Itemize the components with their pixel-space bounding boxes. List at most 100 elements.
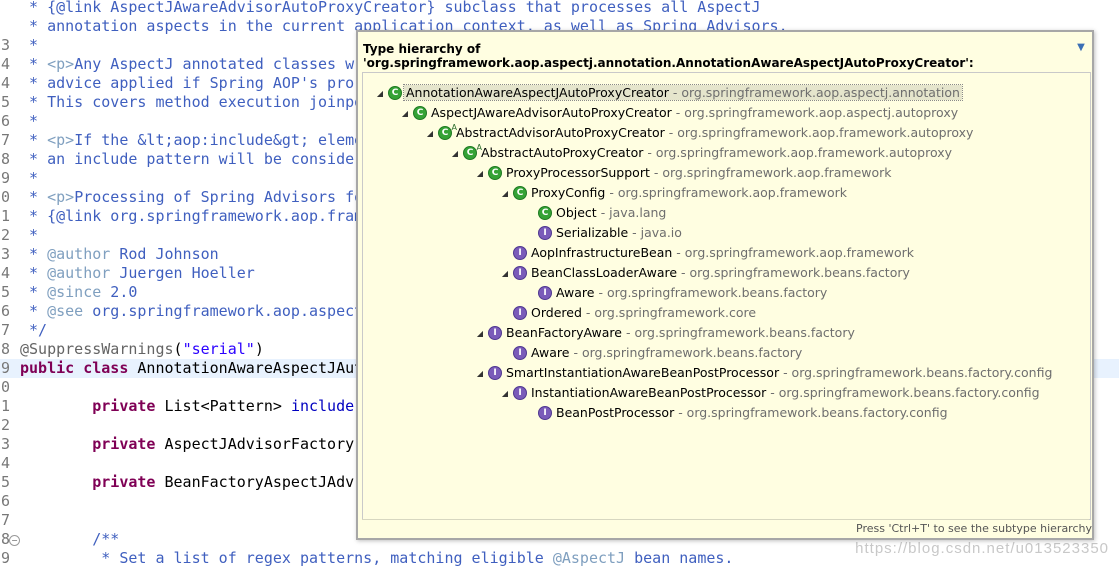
- code-token: List<Pattern>: [155, 397, 291, 415]
- type-name: SmartInstantiationAwareBeanPostProcessor: [506, 365, 780, 380]
- code-text: * {@link org.springframework.aop.fram: [20, 207, 363, 226]
- code-token: Any AspectJ annotated classes w: [74, 55, 355, 73]
- line-number: 3: [0, 245, 10, 263]
- code-text: * <p>Processing of Spring Advisors fo: [20, 188, 363, 207]
- interface-icon: I: [488, 325, 502, 340]
- hierarchy-node[interactable]: ◢ C ProxyProcessorSupport - org.springfram…: [474, 163, 894, 183]
- node-label: BeanPostProcessor - org.springframework.…: [554, 405, 950, 420]
- hierarchy-node[interactable]: ◢ I InstantiationAwareBeanPostProcessor - …: [499, 383, 1042, 403]
- hierarchy-node[interactable]: I BeanPostProcessor - org.springframework…: [524, 403, 950, 423]
- code-token: *: [20, 264, 48, 282]
- hierarchy-node[interactable]: ◢ C AnnotationAwareAspectJAutoProxyCreator…: [374, 83, 963, 104]
- node-label: AbstractAutoProxyCreator - org.springfra…: [479, 145, 954, 160]
- code-text: *: [20, 169, 38, 188]
- hierarchy-node[interactable]: ◢ C ProxyConfig - org.springframework.aop.…: [499, 183, 849, 203]
- expanded-twistie-icon[interactable]: ◢: [474, 364, 486, 384]
- code-text: */: [20, 321, 47, 340]
- code-token: * Set a list of regex patterns, matching…: [20, 549, 553, 567]
- line-number: 1: [0, 397, 10, 415]
- code-line[interactable]: * {@link AspectJAwareAdvisorAutoProxyCre…: [0, 0, 1119, 17]
- interface-icon: I: [513, 245, 527, 260]
- package-name: - org.springframework.aop.framework: [605, 185, 848, 200]
- type-name: AopInfrastructureBean: [531, 245, 673, 260]
- type-name: Aware: [556, 285, 595, 300]
- type-name: ProxyConfig: [531, 185, 606, 200]
- footer-separator: [362, 519, 1089, 520]
- hierarchy-node[interactable]: I Ordered - org.springframework.core: [499, 303, 758, 323]
- expanded-twistie-icon[interactable]: ◢: [499, 184, 511, 204]
- code-text: * Set a list of regex patterns, matching…: [20, 549, 733, 567]
- expanded-twistie-icon[interactable]: ◢: [449, 144, 461, 164]
- hierarchy-node[interactable]: I Aware - org.springframework.beans.facto…: [524, 283, 829, 303]
- code-text: /**: [20, 530, 119, 549]
- expanded-twistie-icon[interactable]: ◢: [474, 164, 486, 184]
- expanded-twistie-icon[interactable]: ◢: [499, 384, 511, 404]
- package-name: - org.springframework.core: [581, 305, 757, 320]
- code-token: @since: [47, 283, 102, 301]
- node-label: Aware - org.springframework.beans.factor…: [554, 285, 829, 300]
- hierarchy-node[interactable]: ◢ C AspectJAwareAdvisorAutoProxyCreator - …: [399, 103, 960, 123]
- code-token: *: [20, 302, 48, 320]
- class-icon: CA: [463, 143, 482, 160]
- interface-icon: I: [513, 345, 527, 360]
- code-text: * an include pattern will be conside: [20, 150, 354, 169]
- line-number: 8: [0, 340, 10, 358]
- code-token: */: [20, 321, 48, 339]
- hierarchy-node[interactable]: C Object - java.lang: [524, 203, 668, 223]
- type-name: ProxyProcessorSupport: [506, 165, 650, 180]
- class-icon: C: [513, 185, 527, 200]
- node-label: Aware - org.springframework.beans.factor…: [529, 345, 804, 360]
- type-hierarchy-popup[interactable]: Type hierarchy of 'org.springframework.a…: [356, 30, 1094, 540]
- node-label: AopInfrastructureBean - org.springframew…: [529, 245, 916, 260]
- hierarchy-node[interactable]: ◢ C A AbstractAutoProxyCreator - org.spring…: [449, 143, 954, 163]
- code-text: private List<Pattern> include: [20, 397, 354, 416]
- code-token: *: [20, 131, 48, 149]
- code-token: AnnotationAwareAspectJAuto: [128, 359, 373, 377]
- code-token: * This covers method execution joinpo: [20, 93, 364, 111]
- interface-icon: I: [488, 365, 502, 380]
- code-token: private: [92, 473, 156, 491]
- hierarchy-node[interactable]: ◢ I BeanClassLoaderAware - org.springframe…: [499, 263, 912, 283]
- hierarchy-node[interactable]: I Serializable - java.io: [524, 223, 684, 243]
- hierarchy-node[interactable]: ◢ I BeanFactoryAware - org.springframework…: [474, 323, 857, 343]
- package-name: - org.springframework.aop.aspectj.annota…: [668, 85, 960, 100]
- hierarchy-node[interactable]: ◢ I SmartInstantiationAwareBeanPostProcess…: [474, 363, 1054, 383]
- fold-toggle-icon[interactable]: −: [9, 535, 20, 546]
- node-label: InstantiationAwareBeanPostProcessor - or…: [529, 385, 1042, 400]
- hierarchy-node[interactable]: I Aware - org.springframework.beans.facto…: [499, 343, 804, 363]
- code-text: public class AnnotationAwareAspectJAuto: [20, 359, 372, 378]
- class-icon: C: [488, 165, 502, 180]
- type-name: Aware: [531, 345, 570, 360]
- package-name: - org.springframework.beans.factory.conf…: [766, 385, 1040, 400]
- abstract-marker-icon: A: [476, 142, 482, 152]
- hierarchy-tree[interactable]: ◢ C AnnotationAwareAspectJAutoProxyCreator…: [362, 72, 1091, 520]
- line-number: 1: [0, 207, 10, 225]
- type-name: AbstractAdvisorAutoProxyCreator: [456, 125, 665, 140]
- line-number: 2: [0, 416, 10, 434]
- type-name: Object: [556, 205, 597, 220]
- node-label: ProxyProcessorSupport - org.springframew…: [504, 165, 894, 180]
- view-menu-icon[interactable]: ▼: [1076, 43, 1086, 53]
- hierarchy-node[interactable]: I AopInfrastructureBean - org.springframe…: [499, 243, 916, 263]
- type-name: AspectJAwareAdvisorAutoProxyCreator: [431, 105, 672, 120]
- code-token: private: [92, 435, 156, 453]
- type-name: BeanClassLoaderAware: [531, 265, 678, 280]
- package-name: - org.springframework.beans.factory: [594, 285, 828, 300]
- class-icon: CA: [438, 123, 457, 140]
- code-text: * advice applied if Spring AOP's pro: [20, 74, 354, 93]
- expanded-twistie-icon[interactable]: ◢: [499, 264, 511, 284]
- expanded-twistie-icon[interactable]: ◢: [399, 104, 411, 124]
- expanded-twistie-icon[interactable]: ◢: [474, 324, 486, 344]
- expanded-twistie-icon[interactable]: ◢: [424, 124, 436, 144]
- code-token: * an include pattern will be conside: [20, 150, 355, 168]
- hierarchy-node[interactable]: ◢ C A AbstractAdvisorAutoProxyCreator - org…: [424, 123, 975, 143]
- line-number: 7: [0, 511, 10, 529]
- class-icon: C: [538, 205, 552, 220]
- expanded-twistie-icon[interactable]: ◢: [374, 84, 386, 104]
- code-token: If the &lt;aop:include&gt; eleme: [74, 131, 364, 149]
- line-number: 7: [0, 131, 10, 149]
- abstract-marker-icon: A: [451, 122, 457, 132]
- package-name: - java.lang: [596, 205, 667, 220]
- node-label: Serializable - java.io: [554, 225, 684, 240]
